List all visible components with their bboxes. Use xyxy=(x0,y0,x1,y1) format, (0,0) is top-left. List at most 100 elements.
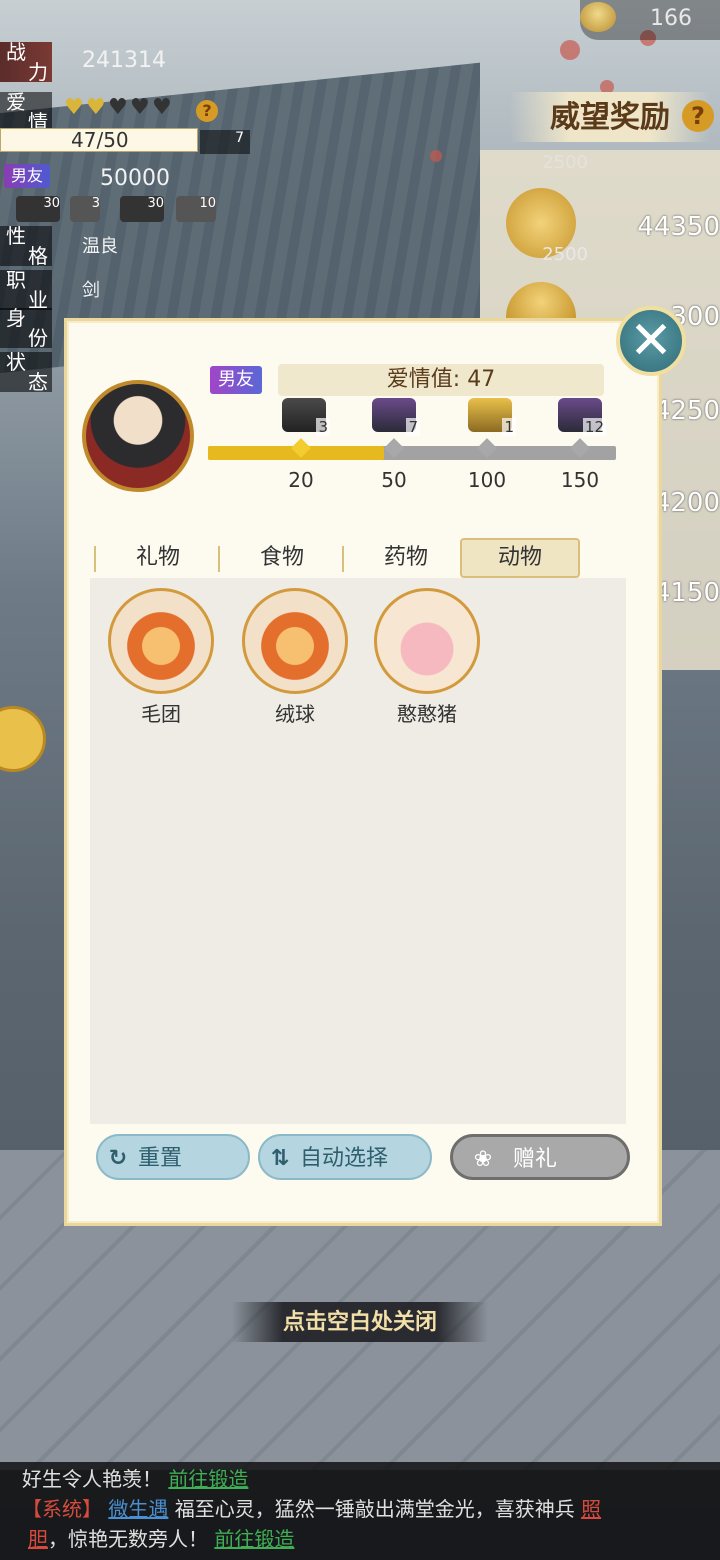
category-tabs: 礼物 食物 药物 动物 xyxy=(94,538,594,578)
hearts-rating: ♥ ♥ ♥ ♥ ♥ xyxy=(64,95,174,120)
boyfriend-value: 50000 xyxy=(100,166,170,191)
tab-divider xyxy=(218,546,220,572)
pet-name: 毛团 xyxy=(141,702,181,726)
love-item-chip: 7 xyxy=(200,130,250,154)
close-hint[interactable]: 点击空白处关闭 xyxy=(232,1302,488,1342)
love-value-label: 爱情值: 47 xyxy=(278,364,604,396)
reset-button[interactable]: ↻ 重置 xyxy=(96,1134,250,1180)
blossom-decoration xyxy=(560,40,580,60)
tab-divider xyxy=(342,546,344,572)
gift-button[interactable]: ❀ 赠礼 xyxy=(450,1134,630,1180)
milestone-label: 20 xyxy=(288,468,314,492)
milestone-label: 50 xyxy=(381,468,407,492)
personality-value: 温良 xyxy=(82,236,118,257)
character-portrait xyxy=(82,380,194,492)
tea-bowl-icon xyxy=(580,2,616,32)
auto-select-button[interactable]: ⇅ 自动选择 xyxy=(258,1134,432,1180)
purple-gem-chest-icon: 7 xyxy=(372,398,420,436)
prestige-help-icon[interactable]: ? xyxy=(682,100,714,132)
swap-arrows-icon: ⇅ xyxy=(270,1146,290,1171)
boyfriend-tag: 男友 xyxy=(210,366,262,394)
log-text: 福至心灵，猛然一锤敲出满堂金光，喜获神兵 xyxy=(174,1497,575,1521)
log-line: 好生令人艳羡！ 前往锻造 xyxy=(22,1464,248,1494)
job-label: 职业 xyxy=(0,270,52,310)
love-label: 爱情 xyxy=(0,92,52,132)
heart-empty-icon: ♥ xyxy=(152,95,172,120)
iron-chest-icon: 30 xyxy=(120,196,164,222)
log-text: 好生令人艳羡！ xyxy=(22,1467,162,1491)
log-text: ，惊艳无数旁人！ xyxy=(48,1527,208,1551)
reward-value: 4200 xyxy=(653,488,720,518)
power-label: 战力 xyxy=(0,42,52,82)
tab-medicine[interactable]: 药物 xyxy=(346,538,466,578)
tab-gifts[interactable]: 礼物 xyxy=(98,538,218,578)
refresh-icon: ↻ xyxy=(108,1146,128,1171)
gift-bag-icon: ❀ xyxy=(473,1147,493,1172)
love-progress-bar: 47/50 xyxy=(0,128,198,152)
reward-small-value: 2500 xyxy=(542,244,588,265)
heart-empty-icon: ♥ xyxy=(130,95,150,120)
phoenix-icon xyxy=(242,588,348,694)
status-row: 身份 xyxy=(0,308,60,348)
iron-chest-icon: 30 xyxy=(16,196,60,222)
reset-label: 重置 xyxy=(138,1146,183,1171)
tab-food[interactable]: 食物 xyxy=(222,538,342,578)
pet-item[interactable]: 绒球 xyxy=(240,588,350,727)
heart-filled-icon: ♥ xyxy=(86,95,106,120)
auto-select-label: 自动选择 xyxy=(300,1146,389,1171)
identity-label: 身份 xyxy=(0,308,52,348)
pet-name: 绒球 xyxy=(275,702,315,726)
phoenix-icon xyxy=(108,588,214,694)
pet-item[interactable]: 毛团 xyxy=(106,588,216,727)
gold-ore-icon: 1 xyxy=(468,398,516,436)
blossom-decoration xyxy=(430,150,442,162)
pig-icon xyxy=(374,588,480,694)
log-line: 胆，惊艳无数旁人！ 前往锻造 xyxy=(28,1524,294,1554)
power-row: 战力 241314 xyxy=(0,42,170,82)
job-value: 剑 xyxy=(82,280,100,301)
reward-value: 4150 xyxy=(653,578,720,608)
personality-label: 性格 xyxy=(0,226,52,266)
milestone-label: 150 xyxy=(560,468,600,492)
state-label: 状态 xyxy=(0,352,52,392)
pet-item[interactable]: 憨憨猪 xyxy=(372,588,482,727)
love-progress-text: 47/50 xyxy=(71,128,129,152)
forge-link[interactable]: 前往锻造 xyxy=(214,1527,294,1551)
job-row: 职业 剑 xyxy=(0,270,120,310)
prestige-title: 威望奖励 xyxy=(510,92,710,142)
tab-animals[interactable]: 动物 xyxy=(460,538,580,578)
close-button[interactable]: ✕ xyxy=(616,306,686,376)
boyfriend-badge: 男友 xyxy=(4,164,50,188)
weapon-link[interactable]: 照 xyxy=(581,1497,601,1521)
love-help-icon[interactable]: ? xyxy=(196,100,218,122)
milestone-label: 100 xyxy=(467,468,507,492)
love-item-count: 7 xyxy=(235,130,244,146)
system-chat-log: 好生令人艳羡！ 前往锻造 【系统】 微生遇 福至心灵，猛然一锤敲出满堂金光，喜获… xyxy=(0,1462,720,1560)
purple-gem-chest-icon: 12 xyxy=(558,398,606,436)
rock-icon: 10 xyxy=(176,196,216,222)
player-link[interactable]: 微生遇 xyxy=(108,1497,168,1521)
system-tag: 【系统】 xyxy=(22,1497,102,1521)
rock-icon: 3 xyxy=(70,196,100,222)
reward-value: 44350 xyxy=(637,212,720,242)
heart-filled-icon: ♥ xyxy=(64,95,84,120)
currency-display: 166 xyxy=(580,0,720,40)
love-row: 爱情 ♥ ♥ ♥ ♥ ♥ ? xyxy=(0,92,230,132)
gift-label: 赠礼 xyxy=(513,1147,558,1172)
iron-chest-icon: 3 xyxy=(282,398,330,436)
item-list: 毛团 绒球 憨憨猪 xyxy=(90,578,626,1124)
personality-row: 性格 温良 xyxy=(0,226,160,266)
weapon-link[interactable]: 胆 xyxy=(28,1527,48,1551)
state-row: 状态 xyxy=(0,352,60,392)
heart-empty-icon: ♥ xyxy=(108,95,128,120)
love-progress-track xyxy=(208,438,616,460)
mini-item-row: 30 3 30 10 xyxy=(0,196,220,226)
close-icon: ✕ xyxy=(629,311,673,371)
tab-divider xyxy=(94,546,96,572)
reward-value: 4250 xyxy=(653,396,720,426)
log-line: 【系统】 微生遇 福至心灵，猛然一锤敲出满堂金光，喜获神兵 照 xyxy=(22,1494,601,1524)
forge-link[interactable]: 前往锻造 xyxy=(168,1467,248,1491)
reward-top-small: 2500 xyxy=(542,152,588,173)
currency-value: 166 xyxy=(650,6,692,31)
power-value: 241314 xyxy=(82,48,166,73)
